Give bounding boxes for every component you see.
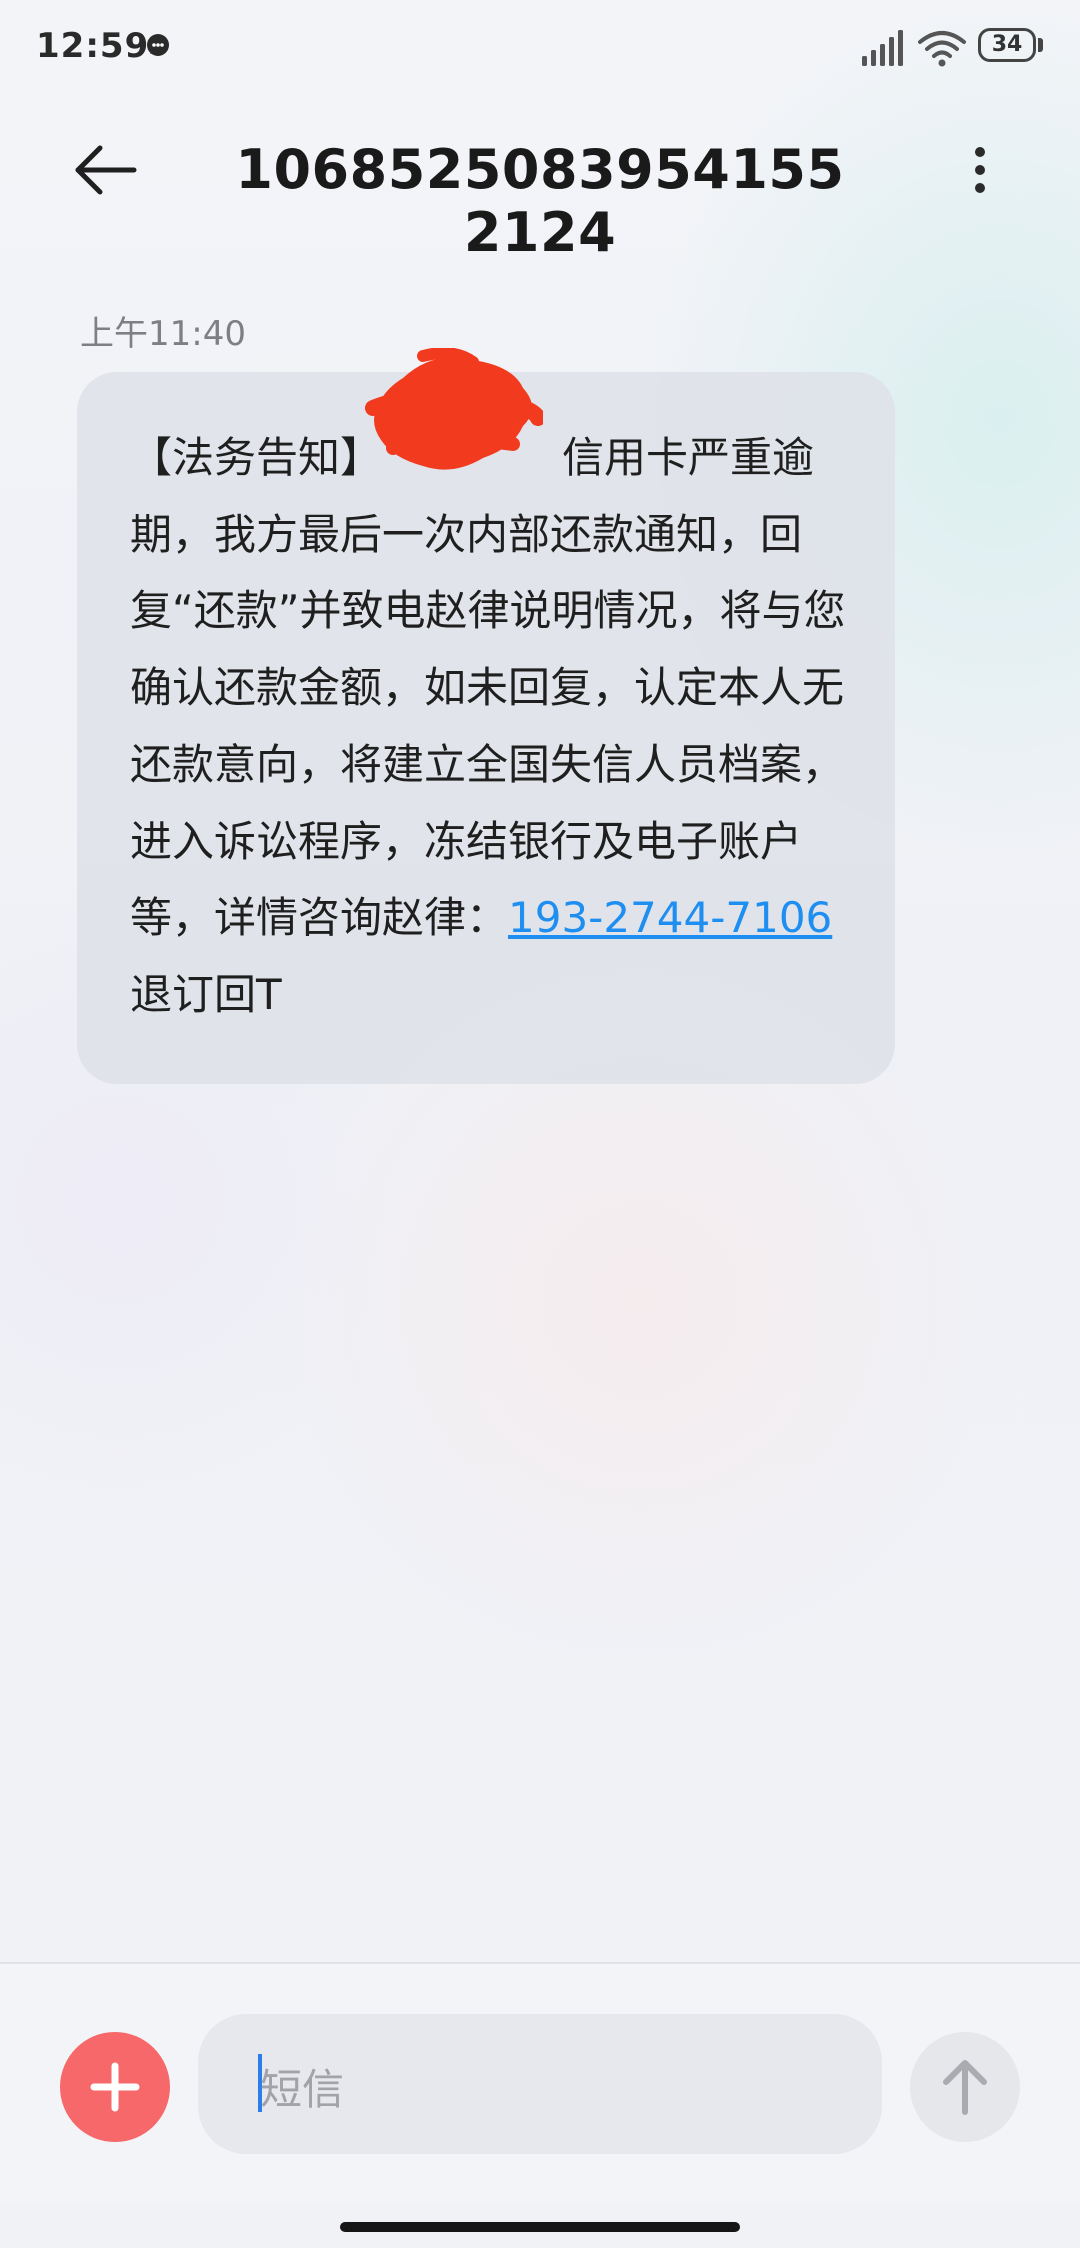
contact-number-title: 1068525083954155 2124 (235, 138, 845, 264)
message-text-body: 信用卡严重逾期，我方最后一次内部还款通知，回复“还款”并致电赵律说明情况，将与您… (130, 433, 846, 943)
send-button[interactable] (910, 2032, 1020, 2142)
message-text-suffix: 退订回T (130, 969, 282, 1019)
back-button[interactable] (72, 138, 144, 202)
home-indicator[interactable] (340, 2222, 740, 2232)
message-input-placeholder: 短信 (260, 2065, 345, 2114)
conversation-header: 1068525083954155 2124 (0, 110, 1080, 264)
message-notification-icon (144, 32, 172, 60)
add-attachment-button[interactable] (60, 2032, 170, 2142)
message-timestamp: 上午11:40 (80, 314, 246, 354)
arrow-up-icon (943, 2060, 987, 2115)
more-vertical-icon (975, 147, 985, 193)
message-input[interactable]: 短信 (198, 2014, 882, 2154)
composer-bar: 短信 (0, 1964, 1080, 2204)
status-time: 12:59 (36, 26, 150, 66)
battery-icon: 34 (978, 26, 1044, 66)
signal-icon (860, 28, 906, 68)
status-bar: 12:59 34 (0, 0, 1080, 96)
battery-tip (1038, 38, 1043, 52)
message-bubble[interactable]: 【法务告知】 信用卡严重逾期，我方最后一次内部还款通知，回复“还款”并致电赵律说明… (77, 348, 895, 1084)
wifi-icon (916, 28, 968, 68)
battery-level: 34 (978, 28, 1036, 62)
message-text: 【法务告知】 信用卡严重逾期，我方最后一次内部还款通知，回复“还款”并致电赵律说明… (130, 420, 850, 1034)
plus-icon (90, 2062, 140, 2112)
phone-number-link[interactable]: 193-2744-7106 (508, 893, 832, 942)
more-options-button[interactable] (960, 138, 1000, 202)
message-text-prefix: 【法务告知】 (130, 433, 383, 482)
arrow-left-icon (75, 145, 137, 195)
